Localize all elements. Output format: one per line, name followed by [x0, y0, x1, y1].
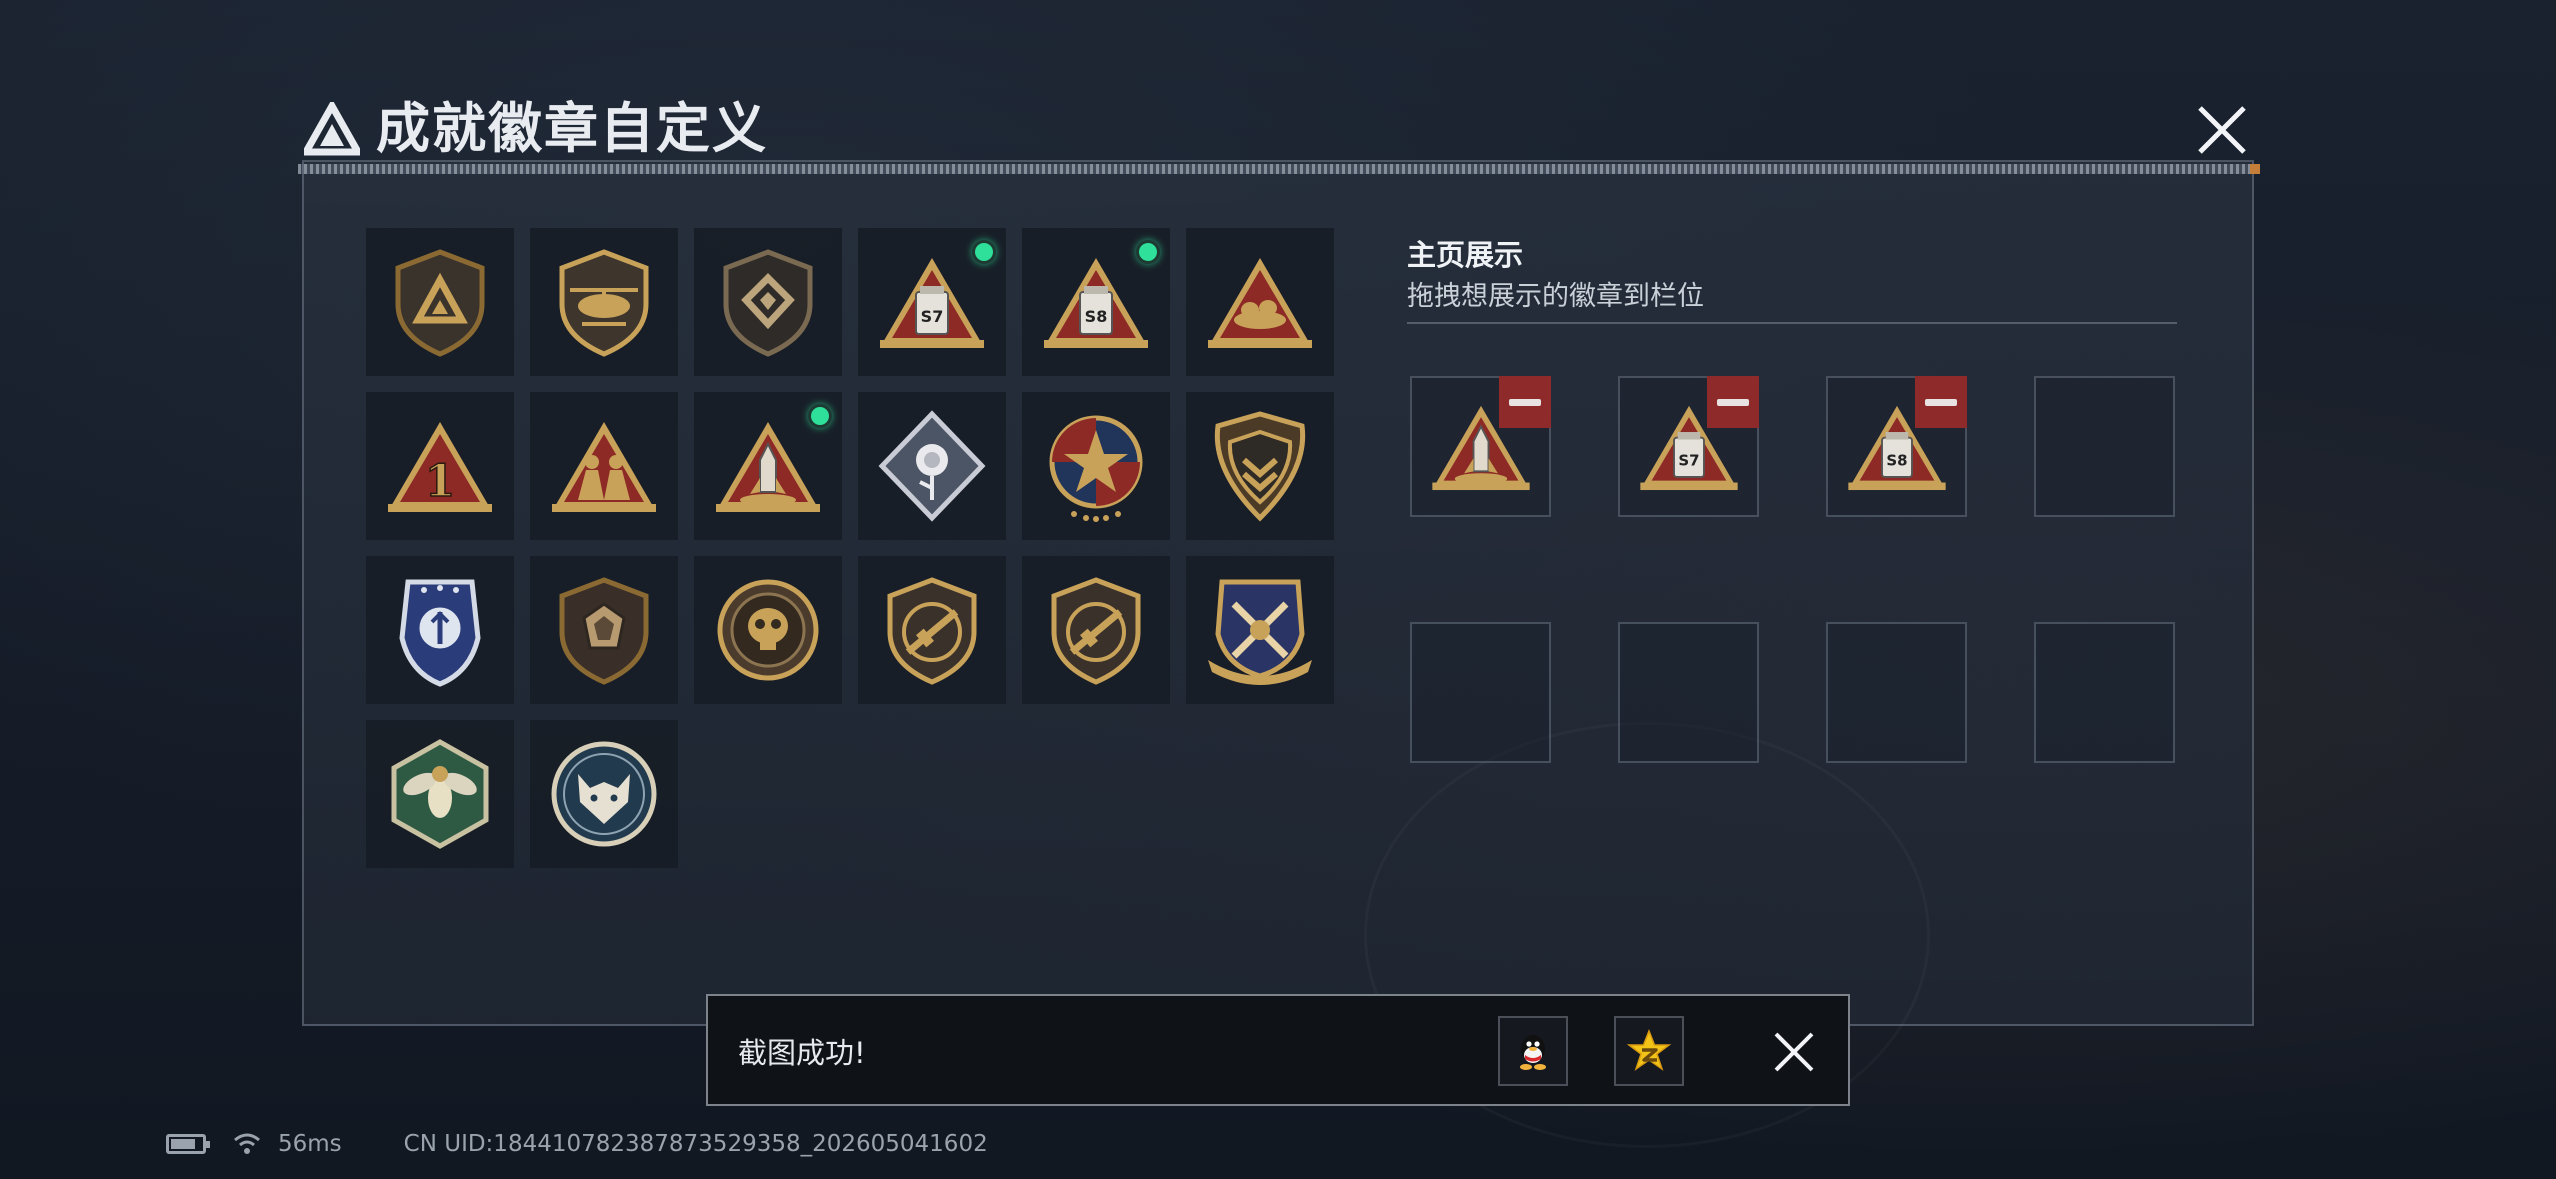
- badge-cell[interactable]: [694, 228, 842, 376]
- badge-cell[interactable]: [366, 228, 514, 376]
- battery-icon: [166, 1134, 210, 1154]
- nest-triangle-badge-icon: [1208, 258, 1312, 348]
- rifle-shield-badge-2-icon: [1051, 577, 1141, 685]
- close-icon: [2198, 106, 2246, 154]
- badge-cell[interactable]: [530, 228, 678, 376]
- delta-logo-icon: [304, 102, 360, 156]
- badge-cell[interactable]: [858, 556, 1006, 704]
- badge-cell[interactable]: [858, 392, 1006, 540]
- crystal-shield-badge-icon: [559, 577, 649, 685]
- minus-icon: [1509, 398, 1541, 406]
- badge-cell[interactable]: [530, 392, 678, 540]
- badge-cell[interactable]: [366, 720, 514, 868]
- helicopter-shield-badge-icon: [559, 249, 649, 357]
- close-icon: [1774, 1032, 1814, 1072]
- showcase-slot-empty[interactable]: [2034, 376, 2175, 517]
- badge-cell[interactable]: S7: [858, 228, 1006, 376]
- qq-icon: [1520, 1035, 1546, 1070]
- rose-diamond-badge-icon: [878, 410, 986, 522]
- showcase-slot-grid: S7 S8: [1410, 376, 2175, 763]
- skull-round-badge-icon: [717, 579, 819, 681]
- showcase-slot-empty[interactable]: [2034, 622, 2175, 763]
- hornet-hexagon-badge-icon: [391, 739, 489, 849]
- blue-wing-shield-badge-icon: [399, 579, 481, 687]
- showcase-slot-filled[interactable]: S7: [1618, 376, 1759, 517]
- rifle-shield-badge-icon: [887, 577, 977, 685]
- showcase-slot-filled[interactable]: [1410, 376, 1551, 517]
- showcase-slot-empty[interactable]: [1410, 622, 1551, 763]
- svg-text:S7: S7: [921, 307, 944, 326]
- showcase-slot-empty[interactable]: [1618, 622, 1759, 763]
- badge-cell[interactable]: [1022, 556, 1170, 704]
- badge-cell[interactable]: [1186, 392, 1334, 540]
- remove-badge-button[interactable]: [1915, 376, 1967, 428]
- qzone-star-icon: [1626, 1028, 1672, 1071]
- badge-cell[interactable]: [694, 392, 842, 540]
- badge-cell[interactable]: [366, 556, 514, 704]
- badge-cell[interactable]: [1022, 392, 1170, 540]
- toast-message: 截图成功!: [738, 1036, 866, 1070]
- svg-text:S7: S7: [1678, 451, 1699, 469]
- share-qzone-button[interactable]: [1614, 1016, 1684, 1086]
- wifi-icon: [234, 1133, 260, 1154]
- uid-text: CN UID:1844107823878735​29358_2026050416…: [403, 1131, 988, 1157]
- status-bar: 56ms CN UID:1844107823878735​29358_20260…: [166, 1128, 988, 1160]
- new-indicator-dot: [1136, 240, 1160, 264]
- badge-cell[interactable]: [694, 556, 842, 704]
- badge-cell[interactable]: [530, 720, 678, 868]
- crossed-swords-crest-badge-icon: [1208, 579, 1312, 685]
- new-indicator-dot: [808, 404, 832, 428]
- page-title: 成就徽章自定义: [376, 97, 768, 160]
- emblem-shield-badge-icon: [723, 249, 813, 357]
- minus-icon: [1925, 398, 1957, 406]
- svg-text:S8: S8: [1085, 307, 1108, 326]
- showcase-slot-filled[interactable]: S8: [1826, 376, 1967, 517]
- ping-text: 56ms: [278, 1131, 342, 1157]
- badge-cell[interactable]: 1: [366, 392, 514, 540]
- showcase-subtitle: 拖拽想展示的徽章到栏位: [1407, 281, 1704, 312]
- remove-badge-button[interactable]: [1499, 376, 1551, 428]
- badge-cell[interactable]: [1186, 228, 1334, 376]
- showcase-divider: [1407, 322, 2177, 324]
- svg-text:S8: S8: [1886, 451, 1907, 469]
- delta-shield-badge-icon: [395, 249, 485, 357]
- star-medal-badge-icon: [1049, 415, 1143, 522]
- panel-header: 成就徽章自定义: [298, 88, 2260, 174]
- close-button[interactable]: [2186, 94, 2258, 166]
- remove-badge-button[interactable]: [1707, 376, 1759, 428]
- soldiers-triangle-badge-icon: [552, 422, 656, 512]
- wolf-round-badge-icon: [551, 741, 657, 847]
- header-divider: [298, 164, 2260, 174]
- share-qq-button[interactable]: [1498, 1016, 1568, 1086]
- minus-icon: [1717, 398, 1749, 406]
- new-indicator-dot: [972, 240, 996, 264]
- badge-cell[interactable]: [530, 556, 678, 704]
- badge-cell[interactable]: S8: [1022, 228, 1170, 376]
- number-one-triangle-badge-icon: 1: [388, 422, 492, 512]
- showcase-title: 主页展示: [1407, 238, 1524, 272]
- showcase-slot-empty[interactable]: [1826, 622, 1967, 763]
- toast-close-button[interactable]: [1766, 1024, 1822, 1080]
- badge-cell[interactable]: [1186, 556, 1334, 704]
- svg-text:1: 1: [425, 456, 456, 507]
- screenshot-toast: 截图成功!: [706, 994, 1850, 1106]
- badge-collection-grid: S7 S8 1: [366, 228, 1334, 868]
- chevron-shield-badge-icon: [1214, 411, 1306, 522]
